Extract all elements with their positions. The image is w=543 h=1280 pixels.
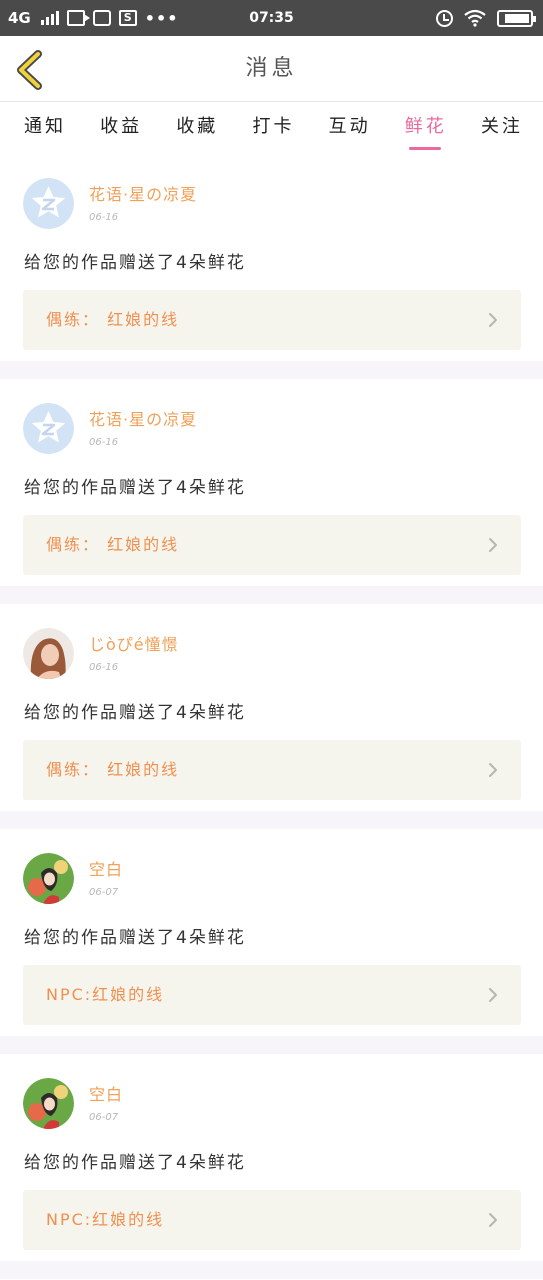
- card-divider: [0, 586, 543, 604]
- work-title: 偶练： 红娘的线: [46, 760, 180, 779]
- sender-name[interactable]: 空白: [89, 1081, 123, 1105]
- message-card: 花语·星の凉夏 06-16 给您的作品赠送了4朵鲜花偶练： 红娘的线: [0, 379, 543, 604]
- message-text: 给您的作品赠送了4朵鲜花: [24, 1153, 246, 1173]
- status-bar: 4G S ••• 07:35: [0, 0, 543, 36]
- message-date: 06-16: [89, 662, 119, 673]
- battery-icon: [497, 9, 536, 27]
- top-bar: 消息: [0, 36, 543, 102]
- tab-favorites[interactable]: 收藏: [176, 102, 218, 154]
- tab-notice[interactable]: 通知: [24, 102, 66, 154]
- sender-name[interactable]: 花语·星の凉夏: [89, 406, 197, 430]
- tab-flowers[interactable]: 鲜花: [405, 102, 447, 154]
- work-link[interactable]: NPC:红娘的线: [23, 965, 521, 1025]
- alarm-icon: [436, 9, 453, 27]
- tab-label: 互动: [328, 116, 371, 137]
- chevron-right-icon: [489, 538, 497, 552]
- tab-label: 关注: [480, 116, 523, 137]
- tab-label: 鲜花: [404, 116, 447, 137]
- avatar[interactable]: [23, 178, 74, 229]
- message-date: 06-16: [89, 437, 119, 448]
- message-card: じòぴé憧憬 06-16 给您的作品赠送了4朵鲜花偶练： 红娘的线: [0, 604, 543, 829]
- work-link[interactable]: 偶练： 红娘的线: [23, 740, 521, 800]
- message-text: 给您的作品赠送了4朵鲜花: [24, 478, 246, 498]
- message-date: 06-07: [89, 887, 119, 898]
- card-divider: [0, 1261, 543, 1279]
- work-link[interactable]: 偶练： 红娘的线: [23, 290, 521, 350]
- tab-label: 收益: [100, 116, 143, 137]
- work-title: 偶练： 红娘的线: [46, 310, 180, 329]
- card-divider: [0, 811, 543, 829]
- tab-checkin[interactable]: 打卡: [252, 102, 294, 154]
- wifi-icon: [464, 9, 486, 27]
- message-date: 06-07: [89, 1112, 119, 1123]
- tab-follow[interactable]: 关注: [481, 102, 523, 154]
- work-link[interactable]: NPC:红娘的线: [23, 1190, 521, 1250]
- page-title: 消息: [245, 56, 298, 81]
- card-divider: [0, 361, 543, 379]
- card-divider: [0, 1036, 543, 1054]
- tab-label: 收藏: [176, 116, 219, 137]
- message-card: 空白 06-07 给您的作品赠送了4朵鲜花 NPC:红娘的线: [0, 1054, 543, 1279]
- work-title: NPC:红娘的线: [46, 985, 165, 1004]
- tab-label: 通知: [24, 116, 66, 137]
- message-text: 给您的作品赠送了4朵鲜花: [24, 703, 246, 723]
- message-list: 花语·星の凉夏 06-16 给您的作品赠送了4朵鲜花 偶练： 红娘的线 花语·星の凉夏 0…: [0, 154, 543, 1279]
- message-card: 花语·星の凉夏 06-16 给您的作品赠送了4朵鲜花偶练： 红娘的线: [0, 154, 543, 379]
- tab-interaction[interactable]: 互动: [329, 102, 371, 154]
- tab-label: 打卡: [252, 116, 295, 137]
- work-title: NPC:红娘的线: [46, 1210, 165, 1229]
- sender-name[interactable]: 花语·星の凉夏: [89, 181, 197, 205]
- avatar[interactable]: [23, 403, 74, 454]
- avatar[interactable]: [23, 628, 74, 679]
- sender-name[interactable]: 空白: [89, 856, 123, 880]
- message-card: 空白 06-07 给您的作品赠送了4朵鲜花 NPC:红娘的线: [0, 829, 543, 1054]
- chevron-right-icon: [489, 763, 497, 777]
- avatar[interactable]: [23, 1078, 74, 1129]
- tab-bar: 通知 收益 收藏 打卡 互动 鲜花 关注: [0, 102, 543, 154]
- tab-income[interactable]: 收益: [100, 102, 142, 154]
- status-right: [436, 0, 536, 36]
- work-title: 偶练： 红娘的线: [46, 535, 180, 554]
- message-text: 给您的作品赠送了4朵鲜花: [24, 928, 246, 948]
- message-date: 06-16: [89, 212, 119, 223]
- work-link[interactable]: 偶练： 红娘的线: [23, 515, 521, 575]
- chevron-right-icon: [489, 988, 497, 1002]
- message-text: 给您的作品赠送了4朵鲜花: [24, 253, 246, 273]
- chevron-right-icon: [489, 313, 497, 327]
- chevron-right-icon: [489, 1213, 497, 1227]
- tab-active-indicator: [408, 147, 441, 150]
- sender-name[interactable]: じòぴé憧憬: [89, 631, 179, 655]
- avatar[interactable]: [23, 853, 74, 904]
